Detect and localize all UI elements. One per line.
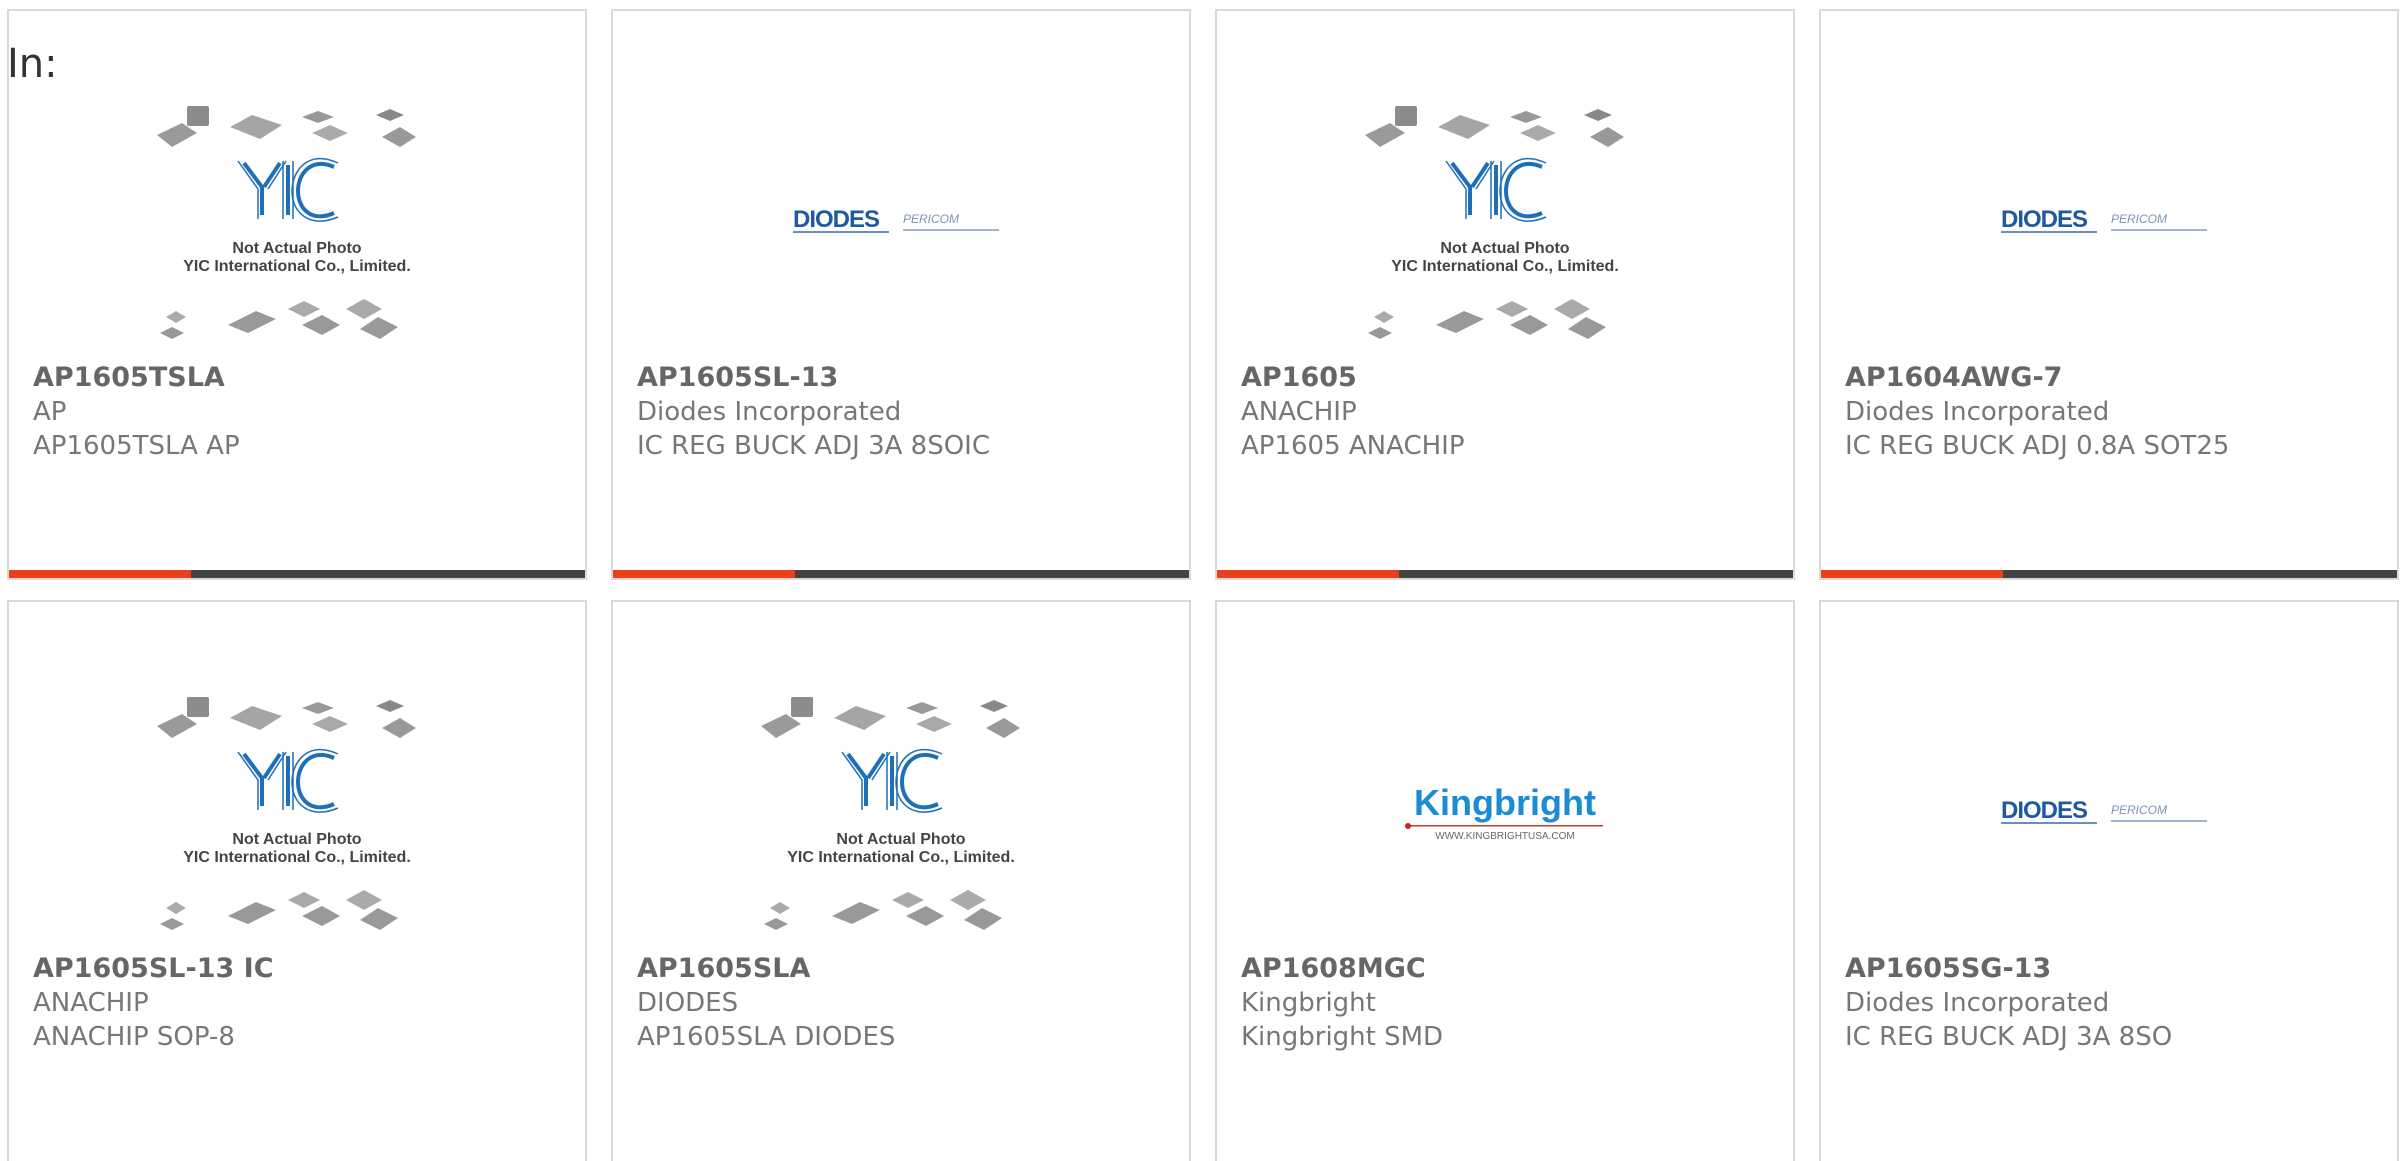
description: ANACHIP SOP-8 [33, 1022, 235, 1052]
yic-caption-2: YIC International Co., Limited. [787, 849, 1015, 866]
part-number[interactable]: AP1605TSLA [33, 361, 575, 395]
description: IC REG BUCK ADJ 3A 8SO [1845, 1022, 2173, 1052]
product-info: AP1605SLA DIODES AP1605SLA DIODES [637, 952, 1179, 1054]
diodes-brand: DIODES [2001, 206, 2088, 233]
product-card[interactable]: DIODES PERICOM AP1604AWG-7 Diodes Incorp… [1819, 9, 2399, 580]
product-info: AP1605SG-13 Diodes Incorporated IC REG B… [1845, 952, 2387, 1054]
description: IC REG BUCK ADJ 3A 8SOIC [637, 431, 990, 461]
yic-caption-1: Not Actual Photo [232, 831, 361, 848]
description: IC REG BUCK ADJ 0.8A SOT25 [1845, 431, 2230, 461]
manufacturer: Diodes Incorporated [1845, 988, 2110, 1018]
yic-placeholder-image: Not Actual Photo YIC International Co., … [157, 106, 416, 339]
description: AP1605 ANACHIP [1241, 431, 1465, 461]
part-number[interactable]: AP1608MGC [1241, 952, 1783, 986]
part-number[interactable]: AP1604AWG-7 [1845, 361, 2387, 395]
manufacturer: Diodes Incorporated [637, 397, 902, 427]
yic-caption-2: YIC International Co., Limited. [183, 849, 411, 866]
card-accent-bar [1217, 570, 1399, 578]
product-card[interactable]: Kingbright WWW.KINGBRIGHTUSA.COM AP1608M… [1215, 600, 1795, 1161]
card-accent-bar [9, 570, 191, 578]
card-bottom-bar [1217, 570, 1793, 578]
manufacturer: ANACHIP [1241, 397, 1357, 427]
product-card[interactable]: Not Actual Photo YIC International Co., … [7, 9, 587, 580]
product-image[interactable]: DIODES PERICOM [1821, 680, 2397, 948]
product-image[interactable]: DIODES PERICOM [613, 89, 1189, 357]
yic-caption-2: YIC International Co., Limited. [1391, 258, 1619, 275]
yic-placeholder-image: Not Actual Photo YIC International Co., … [761, 697, 1020, 930]
description: AP1605SLA DIODES [637, 1022, 896, 1052]
product-card[interactable]: Not Actual Photo YIC International Co., … [611, 600, 1191, 1161]
yic-caption-1: Not Actual Photo [232, 240, 361, 257]
part-number[interactable]: AP1605SG-13 [1845, 952, 2387, 986]
product-card[interactable]: DIODES PERICOM AP1605SG-13 Diodes Incorp… [1819, 600, 2399, 1161]
yic-caption-2: YIC International Co., Limited. [183, 258, 411, 275]
product-card[interactable]: Not Actual Photo YIC International Co., … [1215, 9, 1795, 580]
yic-caption-1: Not Actual Photo [1440, 240, 1569, 257]
card-bottom-bar [9, 570, 585, 578]
product-image[interactable]: Kingbright WWW.KINGBRIGHTUSA.COM [1217, 680, 1793, 948]
diodes-brand: DIODES [793, 206, 880, 233]
product-info: AP1605SL-13 IC ANACHIP ANACHIP SOP-8 [33, 952, 575, 1054]
manufacturer: ANACHIP [33, 988, 149, 1018]
card-accent-bar [613, 570, 795, 578]
part-number[interactable]: AP1605SLA [637, 952, 1179, 986]
product-image[interactable]: Not Actual Photo YIC International Co., … [9, 89, 585, 357]
pericom-brand: PERICOM [903, 212, 959, 226]
yic-placeholder-image: Not Actual Photo YIC International Co., … [1365, 106, 1624, 339]
product-info: AP1604AWG-7 Diodes Incorporated IC REG B… [1845, 361, 2387, 463]
diodes-brand: DIODES [2001, 797, 2088, 824]
yic-placeholder-image: Not Actual Photo YIC International Co., … [157, 697, 416, 930]
diodes-logo-image: DIODES PERICOM [793, 206, 999, 233]
product-grid-page: In: Not Actual Photo YIC International C… [0, 0, 2400, 1161]
diodes-logo-image: DIODES PERICOM [2001, 797, 2207, 824]
product-image[interactable]: Not Actual Photo YIC International Co., … [1217, 89, 1793, 357]
pericom-brand: PERICOM [2111, 803, 2167, 817]
part-number[interactable]: AP1605 [1241, 361, 1783, 395]
description: AP1605TSLA AP [33, 431, 240, 461]
product-card[interactable]: DIODES PERICOM AP1605SL-13 Diodes Incorp… [611, 9, 1191, 580]
card-accent-bar [1821, 570, 2003, 578]
in-label: In: [7, 41, 58, 87]
part-number[interactable]: AP1605SL-13 [637, 361, 1179, 395]
product-info: AP1605TSLA AP AP1605TSLA AP [33, 361, 575, 463]
kingbright-url: WWW.KINGBRIGHTUSA.COM [1435, 831, 1574, 842]
manufacturer: Kingbright [1241, 988, 1376, 1018]
manufacturer: AP [33, 397, 67, 427]
product-info: AP1605SL-13 Diodes Incorporated IC REG B… [637, 361, 1179, 463]
product-image[interactable]: Not Actual Photo YIC International Co., … [613, 680, 1189, 948]
card-bottom-bar [1821, 570, 2397, 578]
part-number[interactable]: AP1605SL-13 IC [33, 952, 575, 986]
yic-caption-1: Not Actual Photo [836, 831, 965, 848]
pericom-brand: PERICOM [2111, 212, 2167, 226]
card-bottom-bar [613, 570, 1189, 578]
kingbright-logo-image: Kingbright WWW.KINGBRIGHTUSA.COM [1405, 782, 1603, 842]
product-card[interactable]: Not Actual Photo YIC International Co., … [7, 600, 587, 1161]
product-info: AP1605 ANACHIP AP1605 ANACHIP [1241, 361, 1783, 463]
product-image[interactable]: Not Actual Photo YIC International Co., … [9, 680, 585, 948]
kingbright-brand: Kingbright [1414, 782, 1596, 823]
description: Kingbright SMD [1241, 1022, 1444, 1052]
product-image[interactable]: DIODES PERICOM [1821, 89, 2397, 357]
product-info: AP1608MGC Kingbright Kingbright SMD [1241, 952, 1783, 1054]
manufacturer: Diodes Incorporated [1845, 397, 2110, 427]
diodes-logo-image: DIODES PERICOM [2001, 206, 2207, 233]
manufacturer: DIODES [637, 988, 739, 1018]
